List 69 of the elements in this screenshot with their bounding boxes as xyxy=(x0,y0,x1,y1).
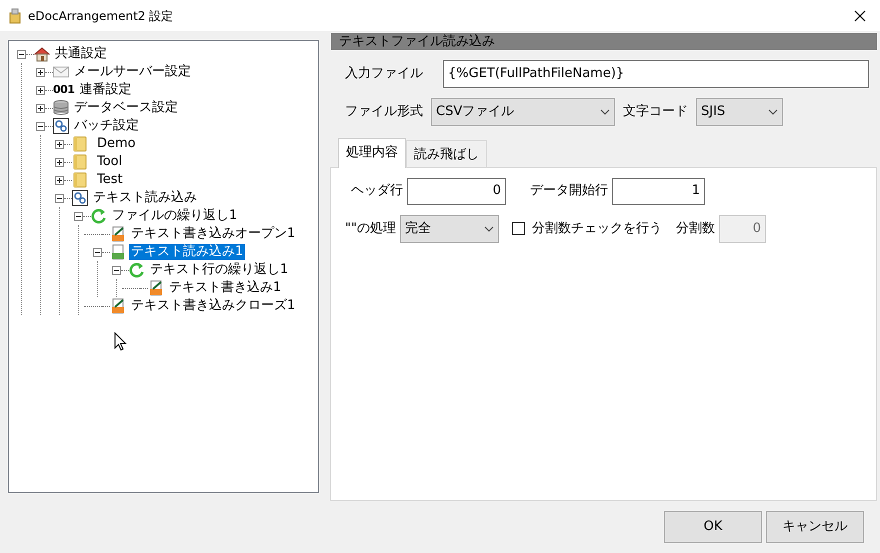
folder-icon xyxy=(72,136,88,152)
text-file-icon xyxy=(110,226,126,242)
tree-item[interactable]: データベース設定 xyxy=(72,100,180,116)
data-start-row-field[interactable]: 1 xyxy=(612,178,705,204)
collapse-toggle[interactable] xyxy=(112,266,121,274)
window-title: eDocArrangement2 設定 xyxy=(28,8,174,24)
expand-toggle[interactable] xyxy=(36,68,45,76)
input-file-field[interactable]: {%GET(FullPathFileName)} xyxy=(443,60,869,88)
tree-item[interactable]: テキスト読み込み1 xyxy=(129,244,246,260)
expand-toggle[interactable] xyxy=(55,140,64,148)
text-file-icon xyxy=(148,280,164,296)
field-label: データ開始行 xyxy=(530,182,608,200)
tree-item[interactable]: テキスト読み込み xyxy=(91,190,199,206)
field-label: 入力ファイル xyxy=(345,65,423,84)
expand-toggle[interactable] xyxy=(36,86,45,94)
checkbox[interactable] xyxy=(512,222,525,235)
tree-item[interactable]: テキスト書き込みクローズ1 xyxy=(129,298,298,314)
database-icon xyxy=(53,100,69,116)
counter-icon: 001 xyxy=(53,82,74,98)
tree-item[interactable]: メールサーバー設定 xyxy=(72,64,193,80)
tab[interactable]: 読み飛ばし xyxy=(406,140,487,166)
tree-item[interactable]: Test xyxy=(95,172,125,188)
dialog-button[interactable]: OK xyxy=(664,511,762,543)
close-icon[interactable] xyxy=(854,10,866,22)
tree-item[interactable]: 共通設定 xyxy=(53,46,109,62)
tree-item[interactable]: テキスト書き込み1 xyxy=(167,280,284,296)
house-icon xyxy=(34,46,50,62)
expand-toggle[interactable] xyxy=(55,176,64,184)
refresh-icon xyxy=(91,208,107,224)
panel-header: テキストファイル読み込み xyxy=(331,33,877,50)
file-format-dropdown[interactable]: CSVファイル xyxy=(431,98,615,126)
header-row-field[interactable]: 0 xyxy=(407,178,506,204)
quote-handling-dropdown[interactable]: 完全 xyxy=(400,214,499,242)
collapse-toggle[interactable] xyxy=(74,212,83,220)
mouse-cursor-icon xyxy=(114,332,127,351)
checkbox-label[interactable]: 分割数チェックを行う xyxy=(532,218,662,238)
tree-item[interactable]: テキスト書き込みオープン1 xyxy=(129,226,298,242)
text-file-icon xyxy=(110,244,126,260)
caret-icon xyxy=(484,226,494,232)
folder-icon xyxy=(72,172,88,188)
text-file-icon xyxy=(110,298,126,314)
tree-item[interactable]: ファイルの繰り返し1 xyxy=(110,208,240,224)
field-label: ファイル形式 xyxy=(345,103,423,122)
field-label: ""の処理 xyxy=(345,220,396,238)
tree-item[interactable]: Tool xyxy=(95,154,124,170)
collapse-toggle[interactable] xyxy=(93,248,102,256)
expand-toggle[interactable] xyxy=(55,158,64,166)
caret-icon xyxy=(600,109,610,115)
expand-toggle[interactable] xyxy=(36,104,45,112)
field-label: 分割数 xyxy=(676,220,715,238)
tree-item[interactable]: バッチ設定 xyxy=(72,118,141,134)
field-label: 文字コード xyxy=(623,103,688,122)
collapse-toggle[interactable] xyxy=(17,50,26,58)
tab[interactable]: 処理内容 xyxy=(338,138,406,168)
collapse-toggle[interactable] xyxy=(36,122,45,130)
tree-item[interactable]: Demo xyxy=(95,136,138,152)
gears-icon xyxy=(72,190,88,206)
tree-item[interactable]: 連番設定 xyxy=(77,82,134,98)
encoding-dropdown[interactable]: SJIS xyxy=(696,98,783,126)
refresh-icon xyxy=(129,262,145,278)
field-label: ヘッダ行 xyxy=(351,182,403,200)
folder-icon xyxy=(72,154,88,170)
dialog-button[interactable]: キャンセル xyxy=(766,511,864,543)
collapse-toggle[interactable] xyxy=(55,194,64,202)
app-icon xyxy=(8,8,22,24)
tree-item[interactable]: テキスト行の繰り返し1 xyxy=(148,262,290,278)
caret-icon xyxy=(768,109,778,115)
gears-icon xyxy=(53,118,69,134)
envelope-icon xyxy=(53,66,69,78)
